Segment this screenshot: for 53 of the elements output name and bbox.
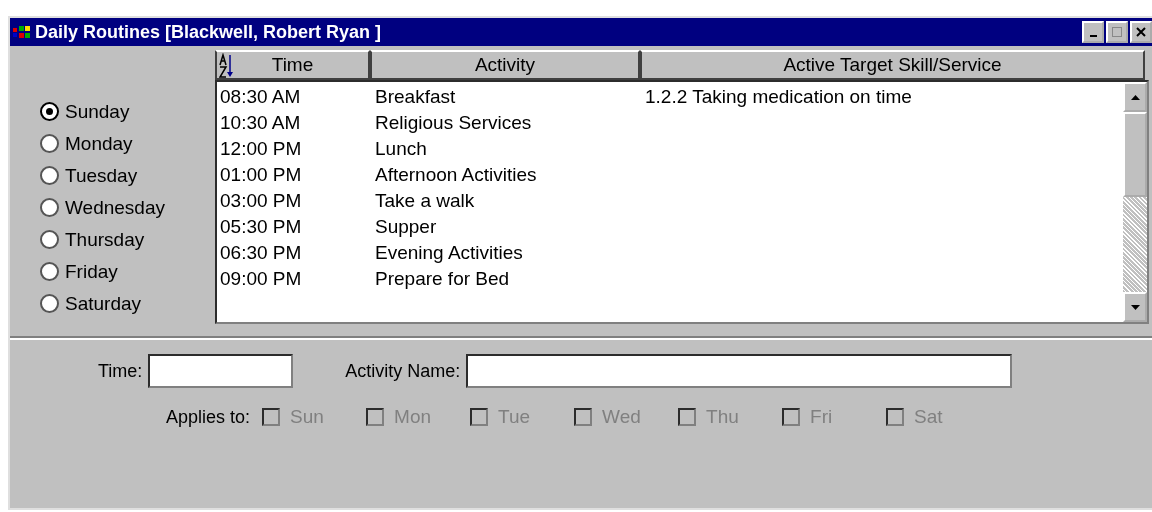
scrollbar[interactable] xyxy=(1123,82,1147,322)
radio-circle[interactable] xyxy=(40,230,59,249)
close-icon xyxy=(1136,27,1146,37)
time-field[interactable] xyxy=(148,354,294,388)
scroll-thumb[interactable] xyxy=(1123,112,1147,197)
down-arrow-icon xyxy=(1130,304,1140,310)
column-header[interactable]: Time xyxy=(215,50,370,80)
minimize-button[interactable] xyxy=(1082,21,1104,43)
column-header[interactable]: Activity xyxy=(370,50,640,80)
sort-icon xyxy=(219,53,235,79)
table-cell: Supper xyxy=(375,216,437,237)
maximize-icon xyxy=(1112,27,1122,37)
day-radio[interactable]: Monday xyxy=(40,130,215,157)
table-cell: 09:00 PM xyxy=(220,268,302,289)
table-cell: 1.2.2 Taking medication on time xyxy=(645,86,912,107)
table-cell: Prepare for Bed xyxy=(375,268,510,289)
radio-circle[interactable] xyxy=(40,166,59,185)
radio-circle[interactable] xyxy=(40,294,59,313)
table-cell: Breakfast xyxy=(375,86,456,107)
day-radio[interactable]: Wednesday xyxy=(40,194,215,221)
table-cell: Lunch xyxy=(375,138,427,159)
activity-name-label: Activity Name: xyxy=(345,360,461,382)
table-cell: Afternoon Activities xyxy=(375,164,537,185)
table-cell: Religious Services xyxy=(375,112,532,133)
radio-circle[interactable] xyxy=(40,262,59,281)
table-cell: 01:00 PM xyxy=(220,164,302,185)
up-arrow-icon xyxy=(1130,94,1140,100)
time-label: Time: xyxy=(98,360,143,382)
scroll-up-button[interactable] xyxy=(1123,82,1147,112)
window-title: Daily Routines [Blackwell, Robert Ryan ] xyxy=(35,21,383,43)
day-radio[interactable]: Thursday xyxy=(40,226,215,253)
table-cell: 10:30 AM xyxy=(220,112,301,133)
radio-circle[interactable] xyxy=(40,198,59,217)
radio-circle[interactable] xyxy=(40,134,59,153)
table-cell: Take a walk xyxy=(375,190,475,211)
table-cell: 12:00 PM xyxy=(220,138,302,159)
table-cell: 05:30 PM xyxy=(220,216,302,237)
scroll-down-button[interactable] xyxy=(1123,292,1147,322)
table-cell: 08:30 AM xyxy=(220,86,301,107)
table-cell: Evening Activities xyxy=(375,242,523,263)
day-radio[interactable]: Saturday xyxy=(40,290,215,317)
radio-circle[interactable] xyxy=(40,102,59,121)
app-icon xyxy=(12,24,32,40)
day-radio[interactable]: Sunday xyxy=(40,98,215,125)
table-cell: 06:30 PM xyxy=(220,242,302,263)
table-cell: 03:00 PM xyxy=(220,190,302,211)
day-radio[interactable]: Friday xyxy=(40,258,215,285)
day-radio[interactable]: Tuesday xyxy=(40,162,215,189)
minimize-icon xyxy=(1089,35,1097,37)
column-header[interactable]: Active Target Skill/Service xyxy=(640,50,1145,80)
close-button[interactable] xyxy=(1130,21,1152,43)
activity-name-field[interactable] xyxy=(466,354,1013,388)
applies-to-label: Applies to: xyxy=(166,406,251,428)
